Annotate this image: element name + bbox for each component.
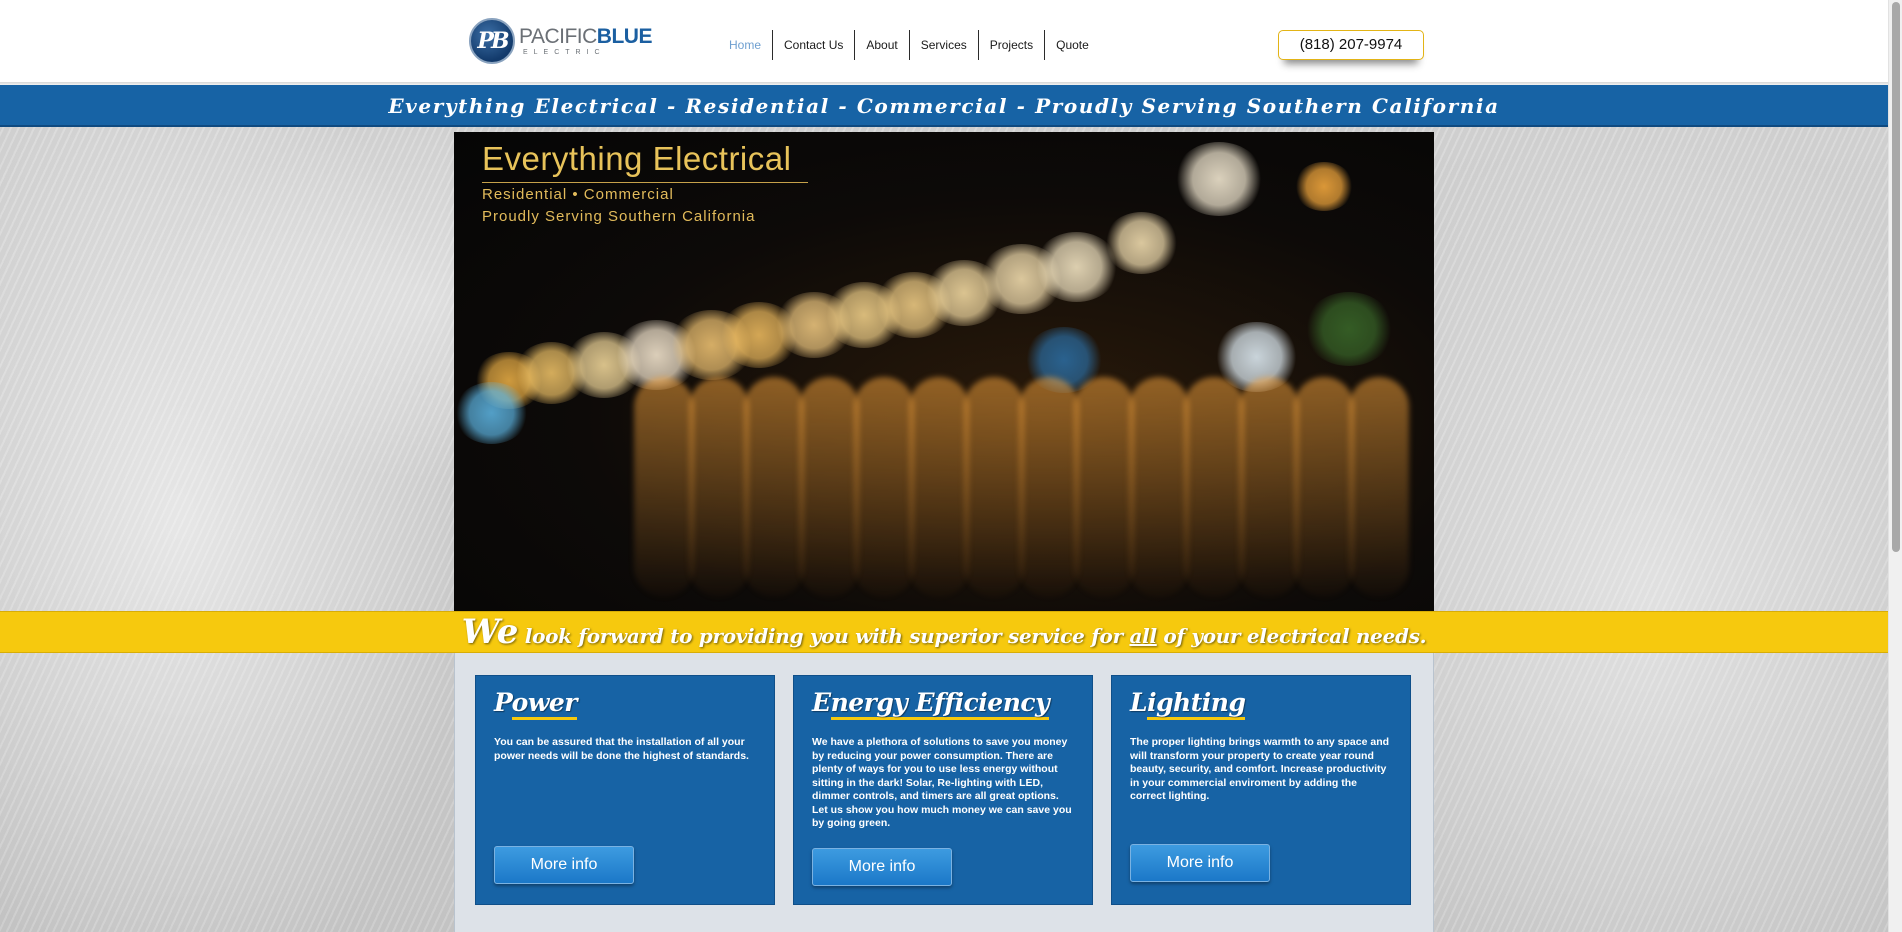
logo-name-left: PACIFIC [519, 25, 597, 48]
card-title: Energy Efficiency [812, 688, 1050, 720]
card-energy-efficiency: Energy Efficiency We have a plethora of … [793, 675, 1093, 905]
hero-title: Everything Electrical [482, 140, 792, 177]
card-lighting: Lighting The proper lighting brings warm… [1111, 675, 1411, 905]
main-nav: Home Contact Us About Services Projects … [718, 30, 1100, 60]
more-info-button-lighting[interactable]: More info [1130, 844, 1270, 882]
more-info-button-power[interactable]: More info [494, 846, 634, 884]
card-power: Power You can be assured that the instal… [475, 675, 775, 905]
bokeh-reflection [1239, 377, 1299, 597]
phone-button[interactable]: (818) 207-9974 [1278, 30, 1424, 60]
card-title-initial: P [494, 688, 512, 717]
tagline-bar: Everything Electrical - Residential - Co… [0, 85, 1888, 127]
scrollbar-thumb[interactable] [1892, 2, 1900, 552]
bokeh-reflection [1349, 377, 1409, 597]
nav-item-contact-us[interactable]: Contact Us [772, 30, 854, 60]
bokeh-reflection [1074, 377, 1134, 597]
banner-lead-word: We [461, 612, 519, 652]
banner-text-1: look forward to providing you with super… [518, 624, 1130, 648]
hero-line-1: Residential • Commercial [482, 186, 674, 203]
banner-underlined: all [1129, 624, 1157, 648]
nav-item-home[interactable]: Home [718, 30, 772, 60]
card-title-initial: E [812, 688, 831, 717]
bokeh-reflection [799, 377, 859, 597]
bokeh-reflection [1294, 377, 1354, 597]
card-title-rest: ower [511, 688, 577, 720]
nav-item-about[interactable]: About [854, 30, 908, 60]
logo-name: PACIFICBLUE [519, 26, 652, 47]
bokeh-reflection [909, 377, 969, 597]
card-title: Power [494, 688, 577, 720]
banner-text-2: of your electrical needs. [1156, 624, 1427, 648]
bokeh-light [454, 382, 529, 444]
card-body: We have a plethora of solutions to save … [812, 736, 1072, 829]
bokeh-reflection [1019, 377, 1079, 597]
hero-line-2: Proudly Serving Southern California [482, 208, 756, 225]
card-body: The proper lighting brings warmth to any… [1130, 736, 1390, 802]
logo[interactable]: PB PACIFICBLUE ELECTRIC [469, 17, 652, 65]
bokeh-reflection [1184, 377, 1244, 597]
bokeh-reflection [634, 377, 694, 597]
nav-item-projects[interactable]: Projects [977, 30, 1044, 60]
card-title: Lighting [1130, 688, 1246, 720]
logo-text: PACIFICBLUE ELECTRIC [519, 26, 652, 56]
nav-item-services[interactable]: Services [908, 30, 978, 60]
bokeh-light [1294, 162, 1354, 212]
logo-name-right: BLUE [596, 25, 653, 48]
card-title-initial: L [1130, 688, 1148, 717]
bokeh-light [1104, 212, 1179, 274]
nav-item-quote[interactable]: Quote [1044, 30, 1100, 60]
card-title-rest: ighting [1147, 688, 1246, 720]
bokeh-light [1304, 292, 1394, 366]
site-header: PB PACIFICBLUE ELECTRIC Home Contact Us … [0, 0, 1888, 84]
bokeh-reflection [1129, 377, 1189, 597]
bokeh-light [1174, 142, 1264, 216]
bokeh-reflection [854, 377, 914, 597]
card-body: You can be assured that the installation… [494, 736, 749, 762]
service-banner: We look forward to providing you with su… [0, 611, 1888, 653]
logo-subtitle: ELECTRIC [523, 49, 606, 56]
bokeh-reflection [689, 377, 749, 597]
more-info-button-energy[interactable]: More info [812, 848, 952, 886]
hero-image: Everything Electrical Residential • Comm… [454, 132, 1434, 611]
bokeh-reflection [744, 377, 804, 597]
page-scrollbar[interactable] [1888, 0, 1902, 932]
bokeh-reflection [964, 377, 1024, 597]
logo-badge: PB [469, 18, 515, 64]
card-title-rest: nergy Efficiency [830, 688, 1050, 720]
hero-divider [482, 182, 808, 183]
